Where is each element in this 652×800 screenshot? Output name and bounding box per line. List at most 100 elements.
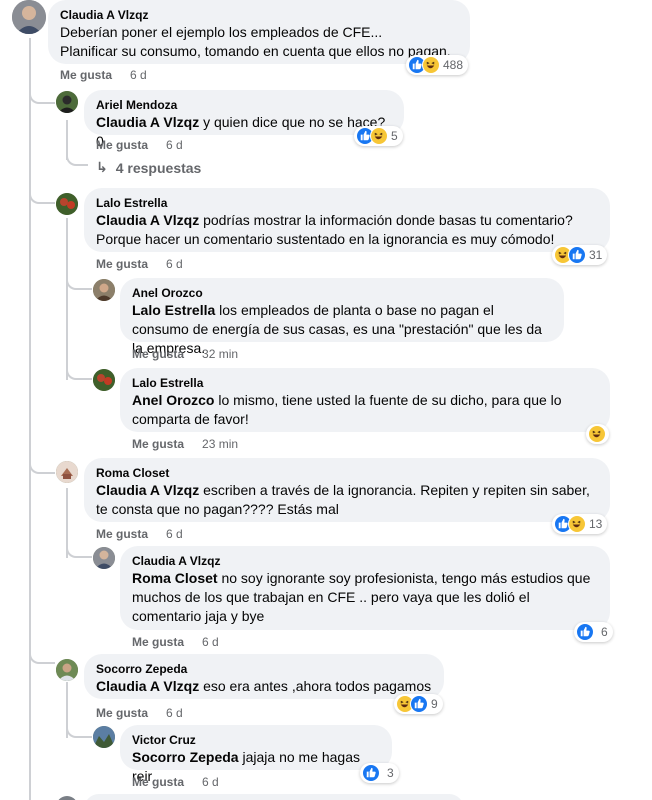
comment-bubble: Anel Orozco Lalo Estrella los empleados …: [120, 278, 564, 356]
thread-curve: [29, 80, 55, 104]
like-button[interactable]: Me gusta: [96, 257, 148, 271]
timestamp[interactable]: 6 d: [166, 257, 183, 271]
comment-text: Claudia A Vlzqz escriben a través de la …: [96, 481, 598, 519]
commenter-name[interactable]: Roma Closet: [96, 465, 598, 481]
comment-text: Claudia A Vlzqz eso era antes ,ahora tod…: [96, 677, 432, 696]
like-button[interactable]: Me gusta: [60, 68, 112, 82]
comment-text: Claudia A Vlzqz podrías mostrar la infor…: [96, 211, 598, 249]
thread-curve: [29, 450, 55, 474]
comment-actions: Me gusta 6 d: [96, 705, 183, 721]
thread-curve: [29, 640, 55, 664]
reaction-summary[interactable]: 13: [552, 514, 608, 534]
avatar[interactable]: [93, 279, 115, 301]
thumbs-up-icon: [410, 695, 428, 713]
reaction-count: 3: [387, 766, 394, 780]
avatar[interactable]: [93, 726, 115, 748]
comment-actions: Me gusta 6 d: [96, 526, 183, 542]
reaction-count: 6: [601, 625, 608, 639]
reaction-summary[interactable]: 488: [406, 55, 469, 75]
comment-text: Anel Orozco lo mismo, tiene usted la fue…: [132, 391, 598, 429]
commenter-name[interactable]: Lalo Estrella: [96, 195, 598, 211]
mention-link[interactable]: Lalo Estrella: [132, 302, 215, 318]
comment-actions: Me gusta 6 d: [96, 256, 183, 272]
timestamp[interactable]: 6 d: [166, 138, 183, 152]
like-button[interactable]: Me gusta: [96, 706, 148, 720]
commenter-name[interactable]: Socorro Zepeda: [96, 661, 432, 677]
commenter-name[interactable]: Claudia A Vlzqz: [132, 553, 598, 569]
reaction-count: 5: [391, 129, 398, 143]
reaction-count: 488: [443, 58, 464, 72]
timestamp[interactable]: 6 d: [166, 706, 183, 720]
commenter-name[interactable]: Ariel Mendoza: [96, 97, 392, 113]
like-button[interactable]: Me gusta: [132, 437, 184, 451]
comment-bubble: Claudia A Vlzqz Deberían poner el ejempl…: [48, 0, 470, 64]
avatar[interactable]: [56, 659, 78, 681]
mention-link[interactable]: Claudia A Vlzqz: [96, 114, 199, 130]
avatar[interactable]: [93, 547, 115, 569]
like-button[interactable]: Me gusta: [132, 347, 184, 361]
mention-link[interactable]: Socorro Zepeda: [132, 749, 239, 765]
timestamp[interactable]: 32 min: [202, 347, 238, 361]
timestamp[interactable]: 6 d: [202, 775, 219, 789]
thumbs-up-icon: [362, 764, 380, 782]
reaction-summary[interactable]: 5: [354, 126, 403, 146]
comment-actions: Me gusta 6 d: [60, 67, 147, 83]
reaction-summary[interactable]: 3: [360, 763, 399, 783]
timestamp[interactable]: 23 min: [202, 437, 238, 451]
avatar[interactable]: [56, 461, 78, 483]
mention-link[interactable]: Claudia A Vlzqz: [96, 678, 199, 694]
comment-actions: Me gusta 6 d: [132, 774, 219, 790]
comment-text: Planificar su consumo, tomando en cuenta…: [60, 43, 451, 59]
mention-link[interactable]: Anel Orozco: [132, 392, 214, 408]
comment-bubble: Roma Closet Claudia A Vlzqz escriben a t…: [84, 458, 610, 522]
avatar[interactable]: [93, 369, 115, 391]
comment-bubble: [84, 794, 464, 800]
comment-body: eso era antes ,ahora todos pagamos: [203, 678, 432, 694]
thread-curve: [66, 140, 88, 166]
avatar[interactable]: [56, 91, 78, 113]
comment-bubble: Claudia A Vlzqz Roma Closet no soy ignor…: [120, 546, 610, 630]
thread-line-sub: [66, 218, 68, 380]
timestamp[interactable]: 6 d: [130, 68, 147, 82]
mention-link[interactable]: Claudia A Vlzqz: [96, 212, 199, 228]
avatar[interactable]: [12, 0, 46, 34]
reaction-summary[interactable]: 6: [574, 622, 613, 642]
reaction-summary[interactable]: [586, 424, 609, 444]
comment-actions: Me gusta 6 d: [132, 634, 219, 650]
mention-link[interactable]: Roma Closet: [132, 570, 218, 586]
reply-arrow-icon: ↳: [96, 159, 108, 175]
timestamp[interactable]: 6 d: [166, 527, 183, 541]
comment-text: Roma Closet no soy ignorante soy profesi…: [132, 569, 598, 626]
comment-bubble: Socorro Zepeda Claudia A Vlzqz eso era a…: [84, 654, 444, 699]
reaction-count: 13: [589, 517, 603, 531]
thread-curve: [29, 180, 55, 204]
like-button[interactable]: Me gusta: [132, 635, 184, 649]
view-replies-link[interactable]: ↳ 4 respuestas: [96, 159, 201, 176]
commenter-name[interactable]: Lalo Estrella: [132, 375, 598, 391]
thread-curve: [66, 270, 92, 290]
replies-count: 4 respuestas: [115, 159, 202, 176]
timestamp[interactable]: 6 d: [202, 635, 219, 649]
commenter-name[interactable]: Victor Cruz: [132, 732, 380, 748]
avatar[interactable]: [56, 796, 78, 800]
comment-bubble: Lalo Estrella Claudia A Vlzqz podrías mo…: [84, 188, 610, 252]
like-button[interactable]: Me gusta: [96, 138, 148, 152]
reaction-count: 9: [431, 697, 438, 711]
reaction-summary[interactable]: 9: [394, 694, 443, 714]
laughing-face-icon: [370, 127, 388, 145]
mention-link[interactable]: Claudia A Vlzqz: [96, 482, 199, 498]
commenter-name[interactable]: Claudia A Vlzqz: [60, 7, 458, 23]
reaction-count: 31: [589, 248, 603, 262]
commenter-name[interactable]: Anel Orozco: [132, 285, 552, 301]
comment-actions: Me gusta 6 d: [96, 137, 183, 153]
like-button[interactable]: Me gusta: [132, 775, 184, 789]
avatar[interactable]: [56, 193, 78, 215]
laughing-face-icon: [568, 515, 586, 533]
thumbs-up-icon: [576, 623, 594, 641]
comment-bubble: Lalo Estrella Anel Orozco lo mismo, tien…: [120, 368, 610, 432]
reaction-summary[interactable]: 31: [552, 245, 608, 265]
thread-curve: [66, 718, 92, 738]
comment-text: Deberían poner el ejemplo los empleados …: [60, 24, 383, 40]
like-button[interactable]: Me gusta: [96, 527, 148, 541]
thread-curve: [66, 360, 92, 380]
